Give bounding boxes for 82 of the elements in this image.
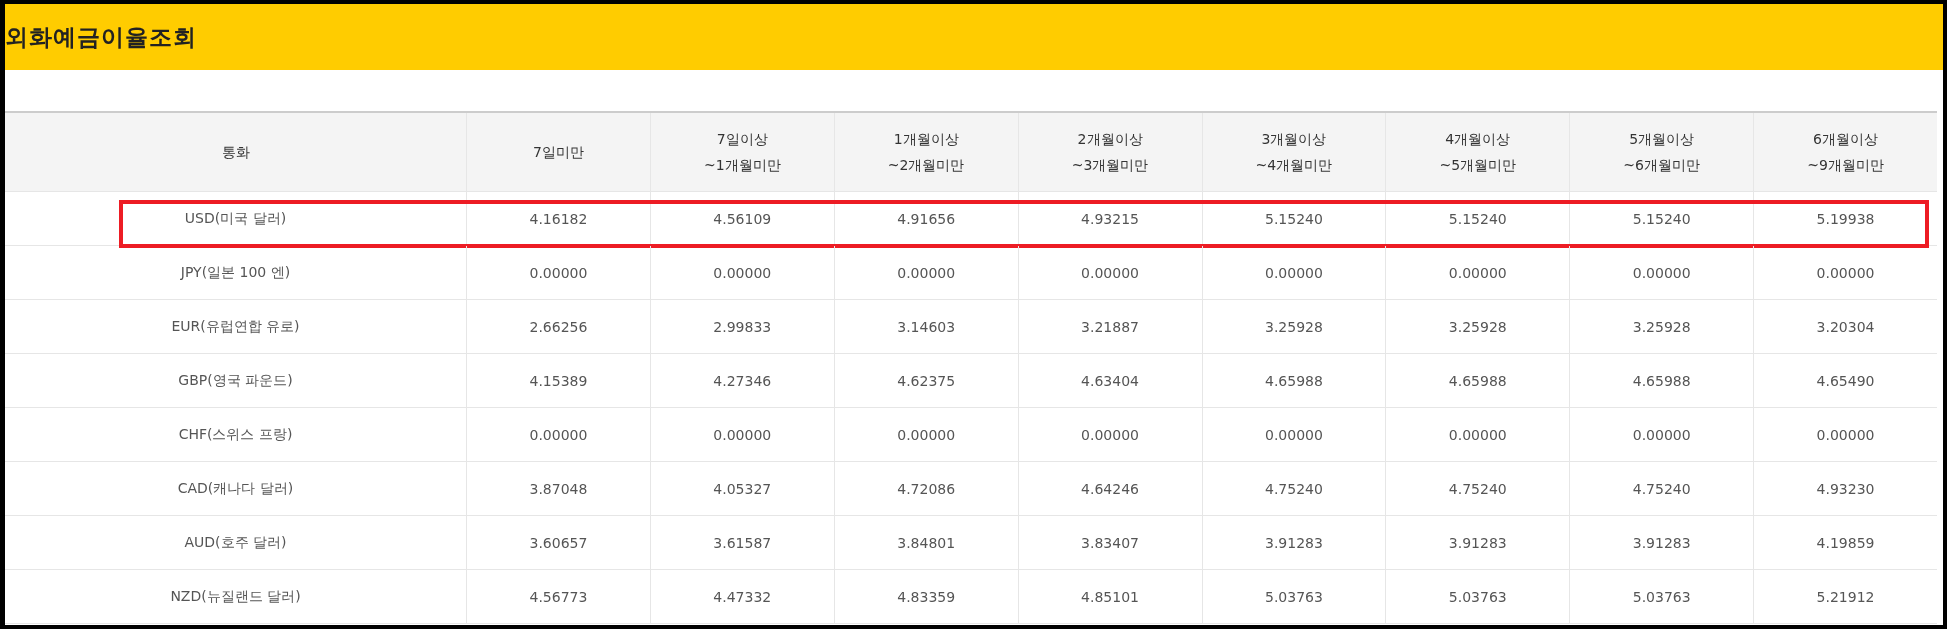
rate-cell: 4.85101 bbox=[1081, 588, 1139, 605]
rate-cell: 0.00000 bbox=[897, 426, 956, 443]
rate-cell: 3.84801 bbox=[897, 534, 956, 551]
rate-cell: 4.65988 bbox=[1265, 372, 1323, 389]
rate-cell: 5.15240 bbox=[1448, 210, 1507, 227]
currency-cell: GBP(영국 파운드) bbox=[178, 371, 293, 390]
rate-cell: 2.99833 bbox=[713, 318, 772, 335]
rate-cell: 4.65490 bbox=[1816, 372, 1875, 389]
rate-cell: 4.75240 bbox=[1265, 480, 1323, 497]
rate-cell: 5.03763 bbox=[1632, 588, 1691, 605]
column-header: 7일미만 bbox=[532, 143, 584, 162]
rate-cell: 0.00000 bbox=[529, 264, 588, 281]
rate-cell: 0.00000 bbox=[713, 264, 772, 281]
rate-cell: 4.56109 bbox=[713, 210, 772, 227]
rate-cell: 3.25928 bbox=[1448, 318, 1507, 335]
rate-cell: 4.62375 bbox=[897, 372, 956, 389]
rate-cell: 4.16182 bbox=[529, 210, 588, 227]
rate-cell: 4.47332 bbox=[713, 588, 772, 605]
rate-cell: 3.91283 bbox=[1265, 534, 1323, 551]
rate-cell: 4.93215 bbox=[1081, 210, 1139, 227]
rate-cell: 4.65988 bbox=[1448, 372, 1507, 389]
rate-cell: 3.61587 bbox=[713, 534, 772, 551]
rate-cell: 0.00000 bbox=[1632, 426, 1691, 443]
rate-cell: 5.19938 bbox=[1816, 210, 1875, 227]
rate-cell: 4.19859 bbox=[1816, 534, 1875, 551]
column-header: 1개월이상 ~2개월미만 bbox=[887, 130, 965, 175]
rate-cell: 3.83407 bbox=[1081, 534, 1139, 551]
column-header: 3개월이상 ~4개월미만 bbox=[1255, 130, 1333, 175]
rate-cell: 5.21912 bbox=[1816, 588, 1875, 605]
rate-cell: 4.27346 bbox=[713, 372, 772, 389]
rate-cell: 0.00000 bbox=[897, 264, 956, 281]
rate-cell: 4.63404 bbox=[1081, 372, 1139, 389]
rate-cell: 4.56773 bbox=[529, 588, 588, 605]
rate-cell: 2.66256 bbox=[529, 318, 588, 335]
rate-cell: 3.20304 bbox=[1816, 318, 1875, 335]
rate-cell: 5.03763 bbox=[1265, 588, 1323, 605]
rate-cell: 5.15240 bbox=[1265, 210, 1323, 227]
column-header: 통화 bbox=[221, 143, 250, 162]
rate-cell: 0.00000 bbox=[529, 426, 588, 443]
rate-cell: 5.03763 bbox=[1448, 588, 1507, 605]
rate-cell: 0.00000 bbox=[1448, 264, 1507, 281]
column-header: 5개월이상 ~6개월미만 bbox=[1623, 130, 1700, 175]
rate-cell: 3.60657 bbox=[529, 534, 588, 551]
rate-cell: 0.00000 bbox=[1816, 264, 1875, 281]
column-header: 6개월이상 ~9개월미만 bbox=[1807, 130, 1884, 175]
rate-cell: 0.00000 bbox=[1632, 264, 1691, 281]
rate-cell: 3.25928 bbox=[1632, 318, 1691, 335]
rate-cell: 3.25928 bbox=[1265, 318, 1323, 335]
rate-cell: 4.72086 bbox=[897, 480, 956, 497]
rate-cell: 3.87048 bbox=[529, 480, 588, 497]
rate-cell: 4.75240 bbox=[1448, 480, 1507, 497]
rate-cell: 3.91283 bbox=[1448, 534, 1507, 551]
rate-cell: 3.21887 bbox=[1081, 318, 1139, 335]
rate-cell: 4.83359 bbox=[897, 588, 956, 605]
column-header: 7일이상 ~1개월미만 bbox=[704, 130, 781, 175]
rate-cell: 0.00000 bbox=[713, 426, 772, 443]
rate-cell: 4.05327 bbox=[713, 480, 772, 497]
rate-cell: 4.64246 bbox=[1081, 480, 1139, 497]
currency-cell: NZD(뉴질랜드 달러) bbox=[170, 587, 301, 606]
rate-cell: 0.00000 bbox=[1265, 264, 1323, 281]
rate-cell: 3.91283 bbox=[1632, 534, 1691, 551]
rate-cell: 0.00000 bbox=[1448, 426, 1507, 443]
rate-cell: 4.93230 bbox=[1816, 480, 1875, 497]
column-header: 2개월이상 ~3개월미만 bbox=[1071, 130, 1149, 175]
rate-cell: 4.15389 bbox=[529, 372, 588, 389]
rate-cell: 5.15240 bbox=[1632, 210, 1691, 227]
rate-cell: 4.75240 bbox=[1632, 480, 1691, 497]
rate-cell: 0.00000 bbox=[1265, 426, 1323, 443]
rate-cell: 0.00000 bbox=[1081, 426, 1139, 443]
rate-cell: 3.14603 bbox=[897, 318, 956, 335]
column-header: 4개월이상 ~5개월미만 bbox=[1439, 130, 1517, 175]
currency-cell: JPY(일본 100 엔) bbox=[180, 263, 291, 282]
rate-cell: 0.00000 bbox=[1081, 264, 1139, 281]
rate-cell: 4.65988 bbox=[1632, 372, 1691, 389]
page-title: 외화예금이율조회 bbox=[5, 22, 197, 52]
currency-cell: EUR(유럽연합 유로) bbox=[171, 317, 300, 336]
currency-cell: CAD(캐나다 달러) bbox=[177, 479, 294, 498]
rate-cell: 0.00000 bbox=[1816, 426, 1875, 443]
currency-cell: CHF(스위스 프랑) bbox=[178, 425, 293, 444]
currency-cell: AUD(호주 달러) bbox=[184, 533, 287, 552]
currency-cell: USD(미국 달러) bbox=[184, 209, 287, 228]
rate-cell: 4.91656 bbox=[897, 210, 956, 227]
